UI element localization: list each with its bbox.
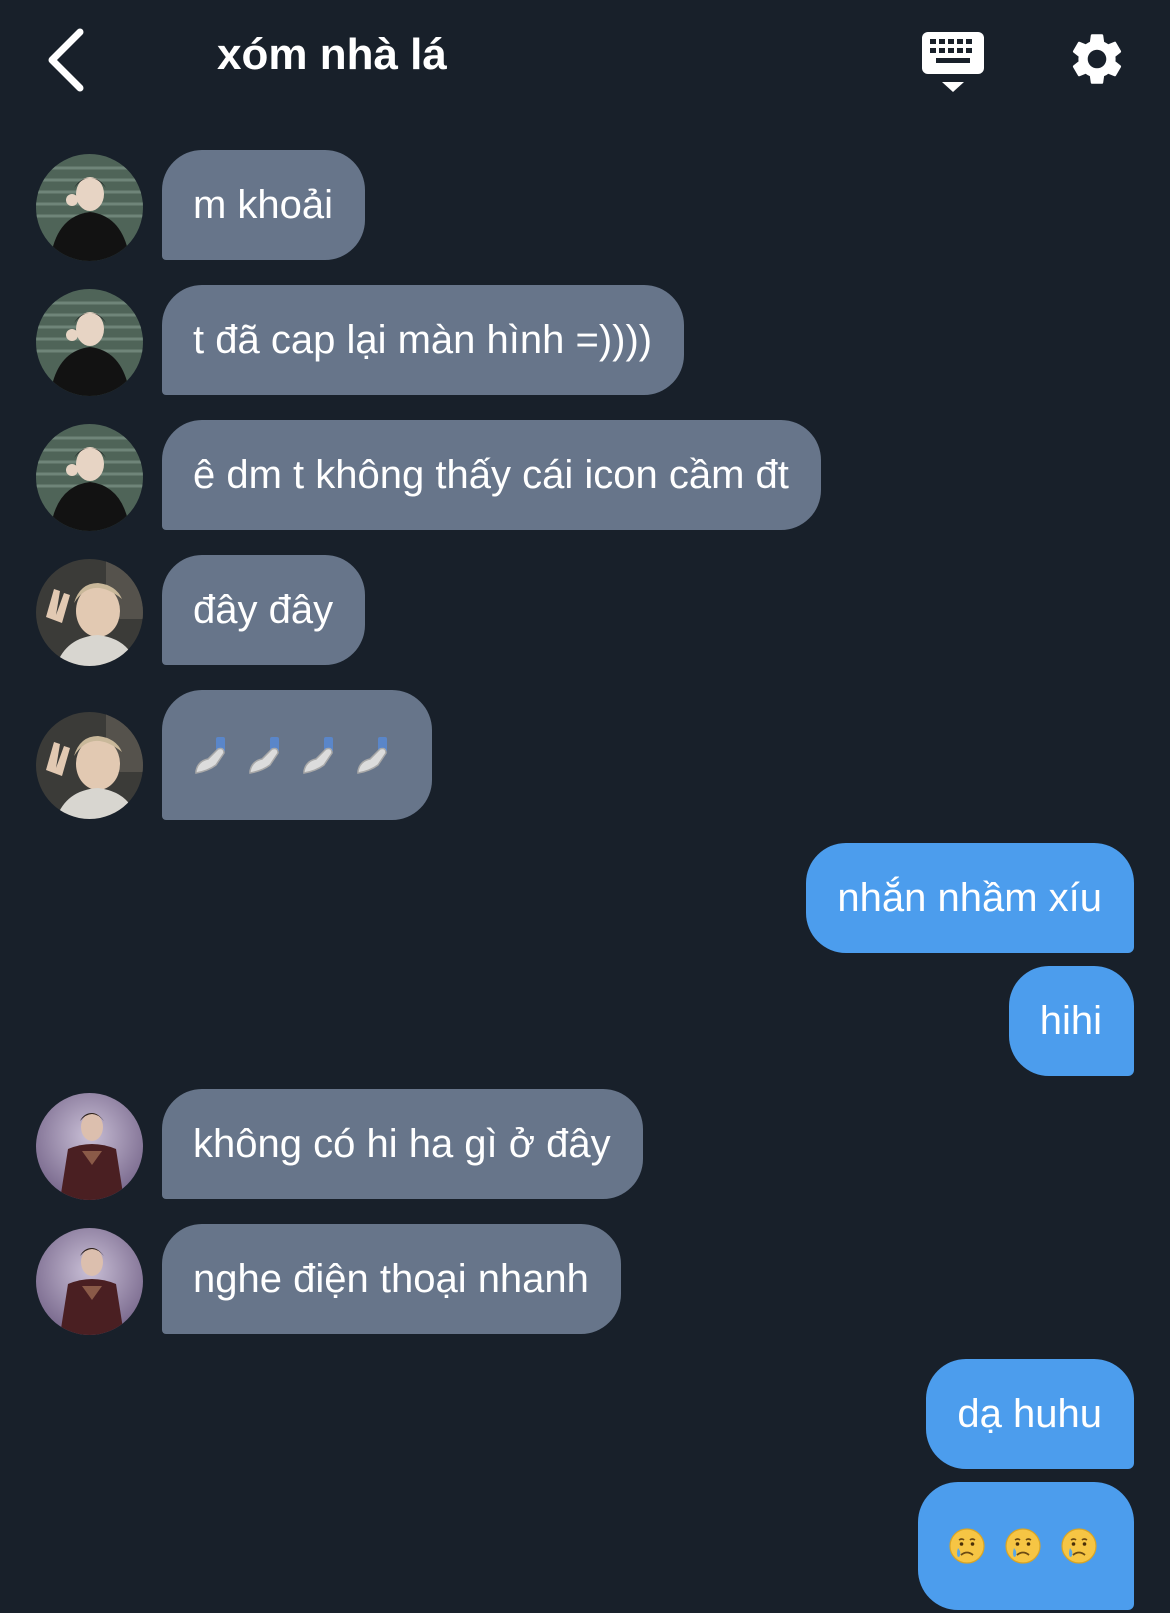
avatar-c-image <box>36 1093 143 1200</box>
message-text: không có hi ha gì ở đây <box>193 1122 611 1166</box>
message-text: nhắn nhầm xíu <box>837 876 1102 920</box>
message-bubble-incoming[interactable]: t đã cap lại màn hình =)))) <box>162 285 685 395</box>
avatar[interactable] <box>36 712 143 819</box>
back-button[interactable] <box>38 24 94 96</box>
keyboard-icon <box>922 32 984 92</box>
chevron-left-icon <box>48 28 84 92</box>
avatar-c-image <box>36 1228 143 1335</box>
crying-face-icon <box>949 1528 985 1564</box>
emoji-row <box>194 690 392 820</box>
avatar[interactable] <box>36 559 143 666</box>
hand-holding-phone-icon <box>357 737 387 774</box>
avatar[interactable] <box>36 1228 143 1335</box>
message-bubble-outgoing[interactable]: hihi <box>1008 966 1134 1076</box>
message-text: hihi <box>1039 999 1102 1043</box>
avatar-b-image <box>36 559 143 666</box>
message-bubble-incoming[interactable]: ê dm t không thấy cái icon cầm đt <box>162 420 821 530</box>
message-text: đây đây <box>193 588 334 632</box>
message-text: t đã cap lại màn hình =)))) <box>193 318 653 362</box>
message-text: nghe điện thoại nhanh <box>193 1257 589 1301</box>
avatar-b-image <box>36 712 143 819</box>
chat-title[interactable]: xóm nhà lá <box>217 30 447 80</box>
crying-face-icon <box>1005 1528 1041 1564</box>
crying-face-icon <box>1061 1528 1097 1564</box>
message-bubble-incoming[interactable]: nghe điện thoại nhanh <box>162 1224 621 1334</box>
message-bubble-incoming[interactable]: đây đây <box>162 555 366 665</box>
avatar[interactable] <box>36 424 143 531</box>
message-bubble-outgoing[interactable]: dạ huhu <box>926 1359 1134 1469</box>
hand-holding-phone-icon <box>195 737 225 774</box>
settings-button[interactable] <box>1066 28 1128 90</box>
avatar-a-image <box>36 154 143 261</box>
hand-holding-phone-icon <box>249 737 279 774</box>
hand-holding-phone-icon <box>303 737 333 774</box>
avatar-a-image <box>36 424 143 531</box>
avatar[interactable] <box>36 154 143 261</box>
message-text: m khoải <box>193 183 334 227</box>
gear-icon <box>1072 34 1122 84</box>
avatar-a-image <box>36 289 143 396</box>
message-bubble-outgoing[interactable]: nhắn nhầm xíu <box>806 843 1134 953</box>
chat-header: xóm nhà lá <box>0 0 1170 125</box>
avatar[interactable] <box>36 1093 143 1200</box>
message-text: dạ huhu <box>957 1392 1102 1436</box>
message-bubble-outgoing[interactable] <box>918 1482 1134 1610</box>
keyboard-button[interactable] <box>920 26 986 96</box>
message-bubble-incoming[interactable] <box>162 690 432 820</box>
message-bubble-incoming[interactable]: không có hi ha gì ở đây <box>162 1089 643 1199</box>
message-text: ê dm t không thấy cái icon cầm đt <box>193 453 789 497</box>
avatar[interactable] <box>36 289 143 396</box>
emoji-row <box>948 1482 1098 1610</box>
message-bubble-incoming[interactable]: m khoải <box>162 150 366 260</box>
